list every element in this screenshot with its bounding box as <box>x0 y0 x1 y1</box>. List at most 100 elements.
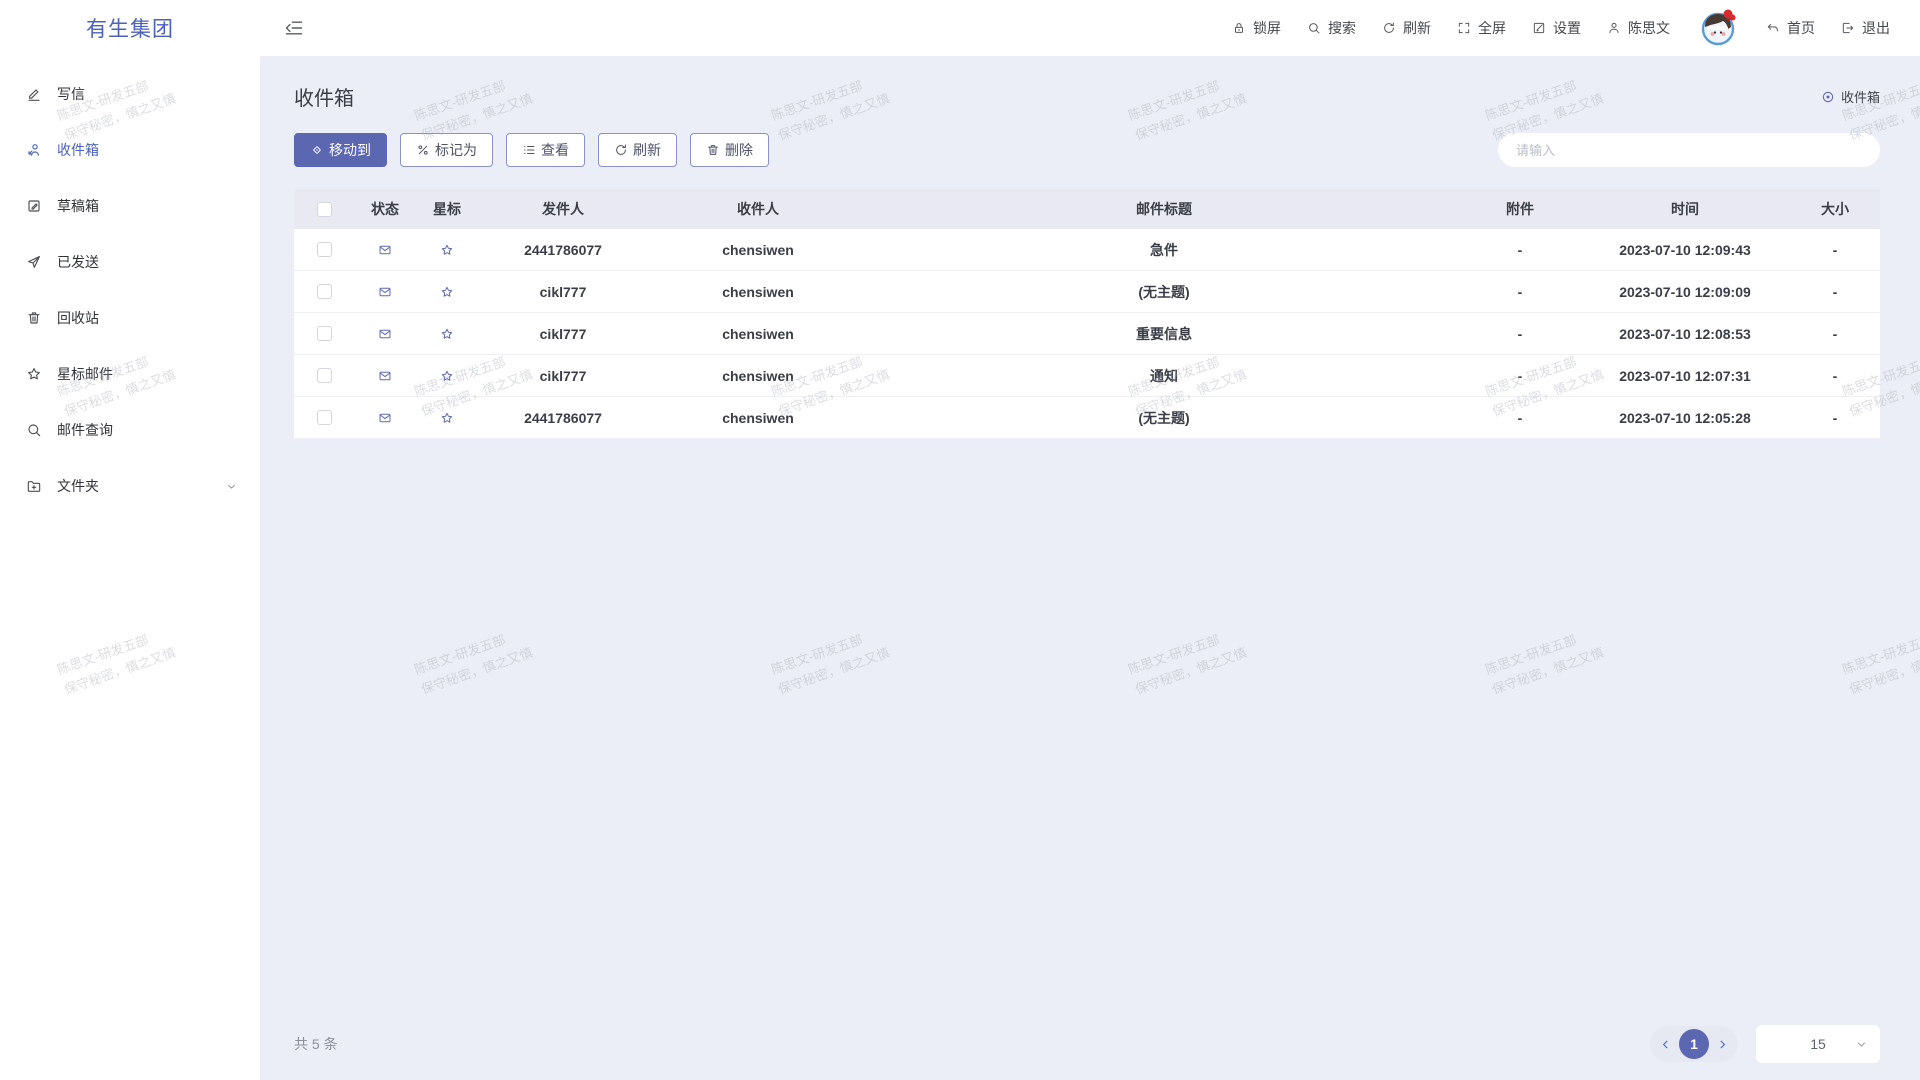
star-cell <box>416 411 478 425</box>
user-avatar[interactable] <box>1696 6 1740 50</box>
row-star-icon[interactable] <box>440 411 454 425</box>
cell-recipient: chensiwen <box>648 410 868 426</box>
cell-time: 2023-07-10 12:09:43 <box>1580 242 1790 258</box>
cell-size: - <box>1790 284 1880 300</box>
cell-sender: cikl777 <box>478 326 648 342</box>
row-checkbox[interactable] <box>317 410 332 425</box>
row-checkbox-cell <box>294 410 354 425</box>
menu-fold-icon[interactable] <box>284 18 304 38</box>
cell-time: 2023-07-10 12:08:53 <box>1580 326 1790 342</box>
row-star-icon[interactable] <box>440 327 454 341</box>
cell-subject: 通知 <box>868 366 1460 386</box>
sidebar-item-folders[interactable]: 文件夹 <box>0 458 260 514</box>
topbar-item-label: 锁屏 <box>1253 18 1281 38</box>
mark-as-button[interactable]: 标记为 <box>400 133 493 167</box>
select-all-cell <box>294 202 354 217</box>
breadcrumb: 收件箱 <box>1821 87 1880 106</box>
move-icon <box>310 143 324 157</box>
table-row[interactable]: 2441786077chensiwen急件-2023-07-10 12:09:4… <box>294 229 1880 271</box>
button-label: 标记为 <box>435 140 477 160</box>
undo-icon <box>1766 21 1780 35</box>
row-star-icon[interactable] <box>440 243 454 257</box>
column-header-time: 时间 <box>1580 199 1790 219</box>
current-page[interactable]: 1 <box>1679 1029 1709 1059</box>
row-checkbox[interactable] <box>317 368 332 383</box>
table-row[interactable]: cikl777chensiwen重要信息 -2023-07-10 12:08:53… <box>294 313 1880 355</box>
table-body: 2441786077chensiwen急件-2023-07-10 12:09:4… <box>294 229 1880 439</box>
row-checkbox-cell <box>294 368 354 383</box>
column-header-subject: 邮件标题 <box>868 199 1460 219</box>
search-input[interactable] <box>1498 133 1880 167</box>
row-star-icon[interactable] <box>440 369 454 383</box>
next-page-icon[interactable] <box>1716 1038 1729 1051</box>
chevron-down-icon <box>1855 1038 1868 1051</box>
mail-icon <box>378 411 392 425</box>
table-row[interactable]: 2441786077chensiwen(无主题)-2023-07-10 12:0… <box>294 397 1880 439</box>
cell-time: 2023-07-10 12:09:09 <box>1580 284 1790 300</box>
cell-size: - <box>1790 242 1880 258</box>
user-icon <box>1607 21 1621 35</box>
topbar-item-settings[interactable]: 设置 <box>1532 18 1581 38</box>
sidebar-item-label: 写信 <box>57 84 85 104</box>
table-footer: 共 5 条 1 15 <box>294 1022 1880 1066</box>
sidebar-item-mail-search[interactable]: 邮件查询 <box>0 402 260 458</box>
select-all-checkbox[interactable] <box>317 202 332 217</box>
topbar-item-logout[interactable]: 退出 <box>1841 18 1890 38</box>
cell-sender: cikl777 <box>478 284 648 300</box>
button-label: 刷新 <box>633 140 661 160</box>
cell-recipient: chensiwen <box>648 326 868 342</box>
cell-subject: (无主题) <box>868 408 1460 428</box>
move-to-button[interactable]: 移动到 <box>294 133 387 167</box>
table-row[interactable]: cikl777chensiwen通知-2023-07-10 12:07:31- <box>294 355 1880 397</box>
topbar-item-search[interactable]: 搜索 <box>1307 18 1356 38</box>
table-row[interactable]: cikl777chensiwen(无主题)-2023-07-10 12:09:0… <box>294 271 1880 313</box>
cell-recipient: chensiwen <box>648 242 868 258</box>
person-in-icon <box>26 142 42 158</box>
topbar-item-refresh[interactable]: 刷新 <box>1382 18 1431 38</box>
sidebar-item-sent[interactable]: 已发送 <box>0 234 260 290</box>
row-star-icon[interactable] <box>440 285 454 299</box>
cell-size: - <box>1790 326 1880 342</box>
topbar-item-lock-screen[interactable]: 锁屏 <box>1232 18 1281 38</box>
cell-attachment: - <box>1460 284 1580 300</box>
sidebar-item-label: 收件箱 <box>57 140 99 160</box>
cell-attachment: - <box>1460 410 1580 426</box>
delete-button[interactable]: 删除 <box>690 133 769 167</box>
row-checkbox[interactable] <box>317 326 332 341</box>
sidebar: 有生集团 写信收件箱草稿箱已发送回收站星标邮件邮件查询文件夹 <box>0 0 260 1080</box>
view-button[interactable]: 查看 <box>506 133 585 167</box>
sidebar-item-trash[interactable]: 回收站 <box>0 290 260 346</box>
app-logo: 有生集团 <box>0 0 260 56</box>
column-header-star: 星标 <box>416 199 478 219</box>
status-cell <box>354 411 416 425</box>
cell-subject: 重要信息 <box>868 324 1460 344</box>
mail-table: 状态星标发件人收件人邮件标题附件时间大小 2441786077chensiwen… <box>294 189 1880 439</box>
trash-icon <box>26 310 42 326</box>
status-cell <box>354 327 416 341</box>
mail-icon <box>378 369 392 383</box>
cell-subject: (无主题) <box>868 282 1460 302</box>
page-size-select[interactable]: 15 <box>1756 1025 1880 1063</box>
status-cell <box>354 285 416 299</box>
sidebar-item-inbox[interactable]: 收件箱 <box>0 122 260 178</box>
star-icon <box>26 366 42 382</box>
cell-subject: 急件 <box>868 240 1460 260</box>
topbar-item-fullscreen[interactable]: 全屏 <box>1457 18 1506 38</box>
chevron-down-icon[interactable] <box>225 480 238 493</box>
row-checkbox[interactable] <box>317 242 332 257</box>
topbar-item-home[interactable]: 首页 <box>1766 18 1815 38</box>
row-checkbox[interactable] <box>317 284 332 299</box>
star-cell <box>416 243 478 257</box>
lock-icon <box>1232 21 1246 35</box>
refresh-list-button[interactable]: 刷新 <box>598 133 677 167</box>
prev-page-icon[interactable] <box>1659 1038 1672 1051</box>
tags-icon <box>416 143 430 157</box>
topbar-item-user[interactable]: 陈思文 <box>1607 18 1670 38</box>
topbar-item-label: 首页 <box>1787 18 1815 38</box>
list-icon <box>522 143 536 157</box>
sidebar-item-starred[interactable]: 星标邮件 <box>0 346 260 402</box>
column-header-attachment: 附件 <box>1460 199 1580 219</box>
sidebar-item-compose[interactable]: 写信 <box>0 66 260 122</box>
sidebar-item-drafts[interactable]: 草稿箱 <box>0 178 260 234</box>
topbar-item-label: 陈思文 <box>1628 18 1670 38</box>
